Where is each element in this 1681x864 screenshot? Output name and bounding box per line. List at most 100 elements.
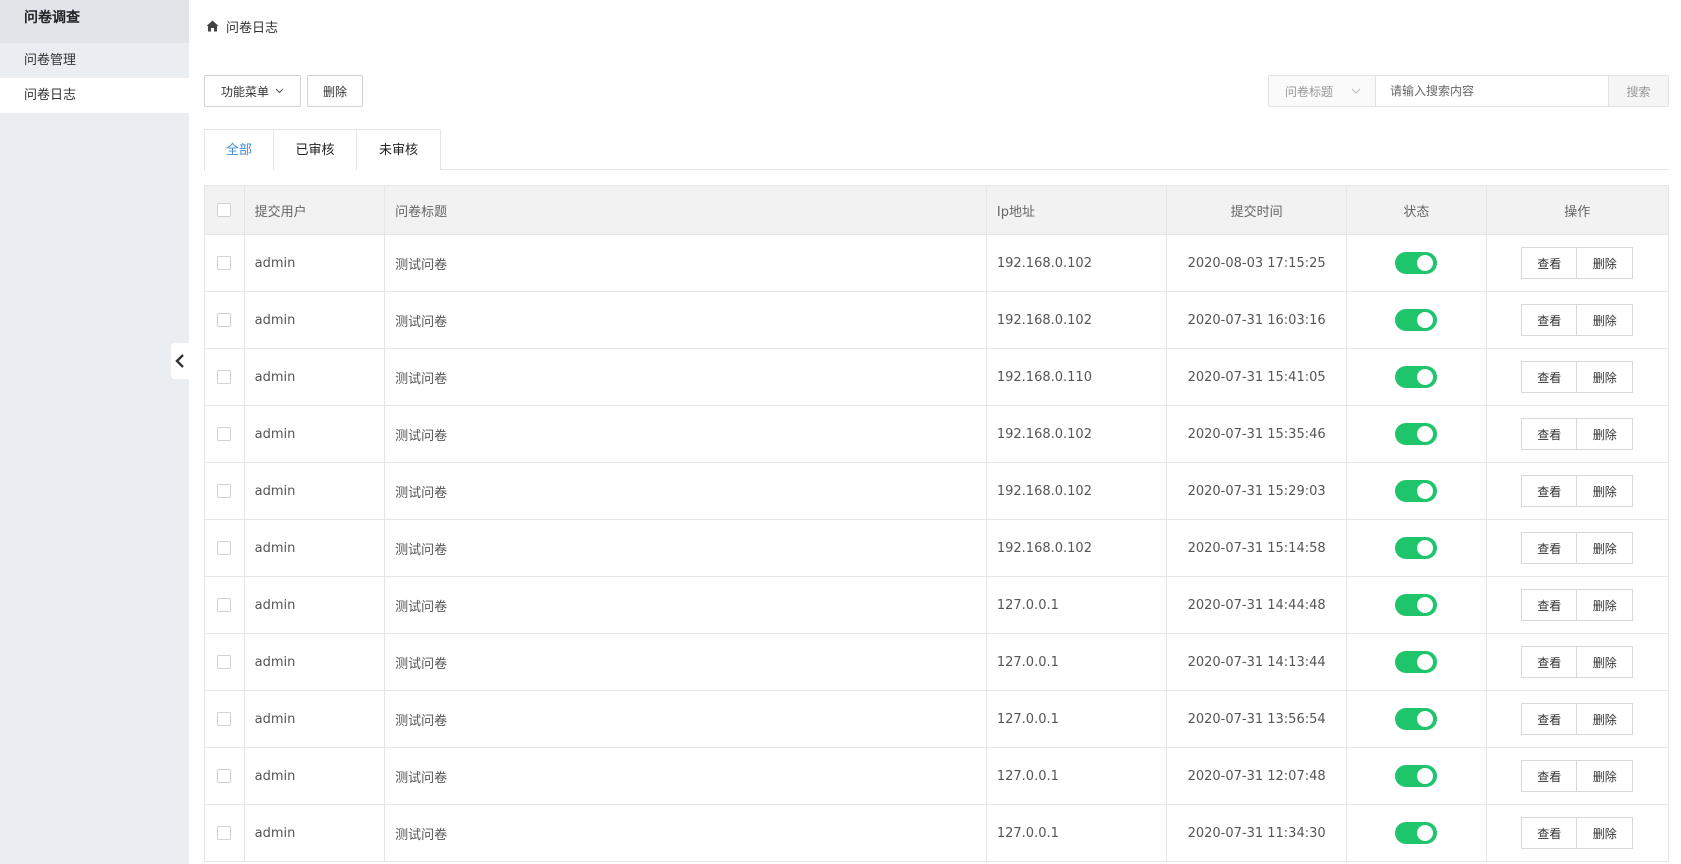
row-delete-button[interactable]: 删除 (1577, 475, 1634, 507)
cell-user: admin (243, 519, 386, 577)
row-delete-button[interactable]: 删除 (1577, 646, 1634, 678)
row-checkbox[interactable] (217, 370, 232, 384)
row-checkbox[interactable] (217, 826, 232, 840)
view-button[interactable]: 查看 (1521, 646, 1578, 678)
row-select-cell (204, 576, 245, 634)
view-button[interactable]: 查看 (1521, 817, 1578, 849)
cell-actions: 查看 删除 (1485, 519, 1670, 577)
status-toggle[interactable] (1395, 423, 1438, 445)
table-row: admin 测试问卷 192.168.0.110 2020-07-31 15:41:0… (204, 348, 1670, 406)
header-title: 问卷标题 (384, 185, 987, 235)
row-delete-button[interactable]: 删除 (1577, 589, 1634, 621)
row-delete-button[interactable]: 删除 (1577, 247, 1634, 279)
row-delete-button[interactable]: 删除 (1577, 418, 1634, 450)
delete-button[interactable]: 删除 (307, 75, 363, 107)
row-checkbox[interactable] (217, 598, 232, 612)
status-toggle[interactable] (1395, 708, 1438, 730)
view-button[interactable]: 查看 (1521, 304, 1578, 336)
cell-title: 测试问卷 (384, 804, 987, 862)
action-group: 查看 删除 (1521, 418, 1634, 450)
row-select-cell (204, 291, 245, 349)
search-input[interactable] (1376, 76, 1608, 106)
row-checkbox[interactable] (217, 655, 232, 669)
cell-title: 测试问卷 (384, 747, 987, 805)
action-group: 查看 删除 (1521, 361, 1634, 393)
row-checkbox[interactable] (217, 769, 232, 783)
tab-all[interactable]: 全部 (204, 129, 274, 171)
table-body: admin 测试问卷 192.168.0.102 2020-08-03 17:15:2… (204, 234, 1670, 862)
cell-time: 2020-07-31 15:35:46 (1166, 405, 1348, 463)
row-checkbox[interactable] (217, 313, 232, 327)
view-button[interactable]: 查看 (1521, 703, 1578, 735)
cell-actions: 查看 删除 (1485, 462, 1670, 520)
row-delete-button[interactable]: 删除 (1577, 760, 1634, 792)
cell-time: 2020-07-31 16:03:16 (1166, 291, 1348, 349)
cell-title: 测试问卷 (384, 234, 987, 292)
cell-actions: 查看 删除 (1485, 576, 1670, 634)
row-delete-button[interactable]: 删除 (1577, 361, 1634, 393)
view-button[interactable]: 查看 (1521, 760, 1578, 792)
sidebar-item-survey-log[interactable]: 问卷日志 (0, 78, 189, 113)
select-all-checkbox[interactable] (217, 203, 232, 217)
tab-approved[interactable]: 已审核 (274, 129, 357, 170)
table-row: admin 测试问卷 127.0.0.1 2020-07-31 13:56:54 查看删… (204, 690, 1670, 748)
cell-user: admin (243, 234, 386, 292)
status-toggle[interactable] (1395, 822, 1438, 844)
cell-user: admin (243, 291, 386, 349)
cell-ip: 127.0.0.1 (985, 690, 1168, 748)
view-button[interactable]: 查看 (1521, 247, 1578, 279)
status-toggle[interactable] (1395, 594, 1438, 616)
header-select-all (204, 185, 245, 235)
sidebar-item-survey-management[interactable]: 问卷管理 (0, 43, 189, 78)
cell-status (1346, 291, 1487, 349)
status-toggle[interactable] (1395, 651, 1438, 673)
home-icon[interactable] (206, 20, 219, 32)
cell-time: 2020-07-31 13:56:54 (1166, 690, 1348, 748)
table-row: admin 测试问卷 127.0.0.1 2020-07-31 14:13:44 查看删… (204, 633, 1670, 691)
cell-time: 2020-07-31 14:44:48 (1166, 576, 1348, 634)
row-delete-button[interactable]: 删除 (1577, 532, 1634, 564)
sidebar-title: 问卷调查 (0, 0, 189, 43)
row-delete-button[interactable]: 删除 (1577, 703, 1634, 735)
row-checkbox[interactable] (217, 712, 232, 726)
cell-title: 测试问卷 (384, 576, 987, 634)
cell-user: admin (243, 348, 386, 406)
cell-title: 测试问卷 (384, 519, 987, 577)
cell-actions: 查看 删除 (1485, 348, 1670, 406)
cell-status (1346, 804, 1487, 862)
row-checkbox[interactable] (217, 427, 232, 441)
row-checkbox[interactable] (217, 484, 232, 498)
cell-actions: 查看 删除 (1485, 234, 1670, 292)
status-toggle[interactable] (1395, 366, 1438, 388)
cell-ip: 192.168.0.102 (985, 405, 1168, 463)
view-button[interactable]: 查看 (1521, 589, 1578, 621)
action-group: 查看 删除 (1521, 817, 1634, 849)
view-button[interactable]: 查看 (1521, 361, 1578, 393)
status-toggle[interactable] (1395, 537, 1438, 559)
cell-time: 2020-08-03 17:15:25 (1166, 234, 1348, 292)
function-menu-button[interactable]: 功能菜单 (204, 75, 301, 107)
view-button[interactable]: 查看 (1521, 418, 1578, 450)
tab-unapproved[interactable]: 未审核 (357, 129, 441, 170)
view-button[interactable]: 查看 (1521, 475, 1578, 507)
row-checkbox[interactable] (217, 541, 232, 555)
cell-ip: 127.0.0.1 (985, 633, 1168, 691)
cell-time: 2020-07-31 12:07:48 (1166, 747, 1348, 805)
status-toggle[interactable] (1395, 480, 1438, 502)
cell-status (1346, 462, 1487, 520)
row-checkbox[interactable] (217, 256, 232, 270)
chevron-left-icon (175, 354, 184, 368)
cell-actions: 查看 删除 (1485, 690, 1670, 748)
row-delete-button[interactable]: 删除 (1577, 304, 1634, 336)
status-toggle[interactable] (1395, 765, 1438, 787)
view-button[interactable]: 查看 (1521, 532, 1578, 564)
action-group: 查看 删除 (1521, 532, 1634, 564)
search-button[interactable]: 搜索 (1608, 76, 1668, 106)
search-field-select[interactable]: 问卷标题 (1269, 76, 1376, 106)
status-toggle[interactable] (1395, 309, 1438, 331)
cell-status (1346, 519, 1487, 577)
sidebar-collapse-button[interactable] (171, 343, 189, 379)
status-toggle[interactable] (1395, 252, 1438, 274)
row-delete-button[interactable]: 删除 (1577, 817, 1634, 849)
row-select-cell (204, 747, 245, 805)
